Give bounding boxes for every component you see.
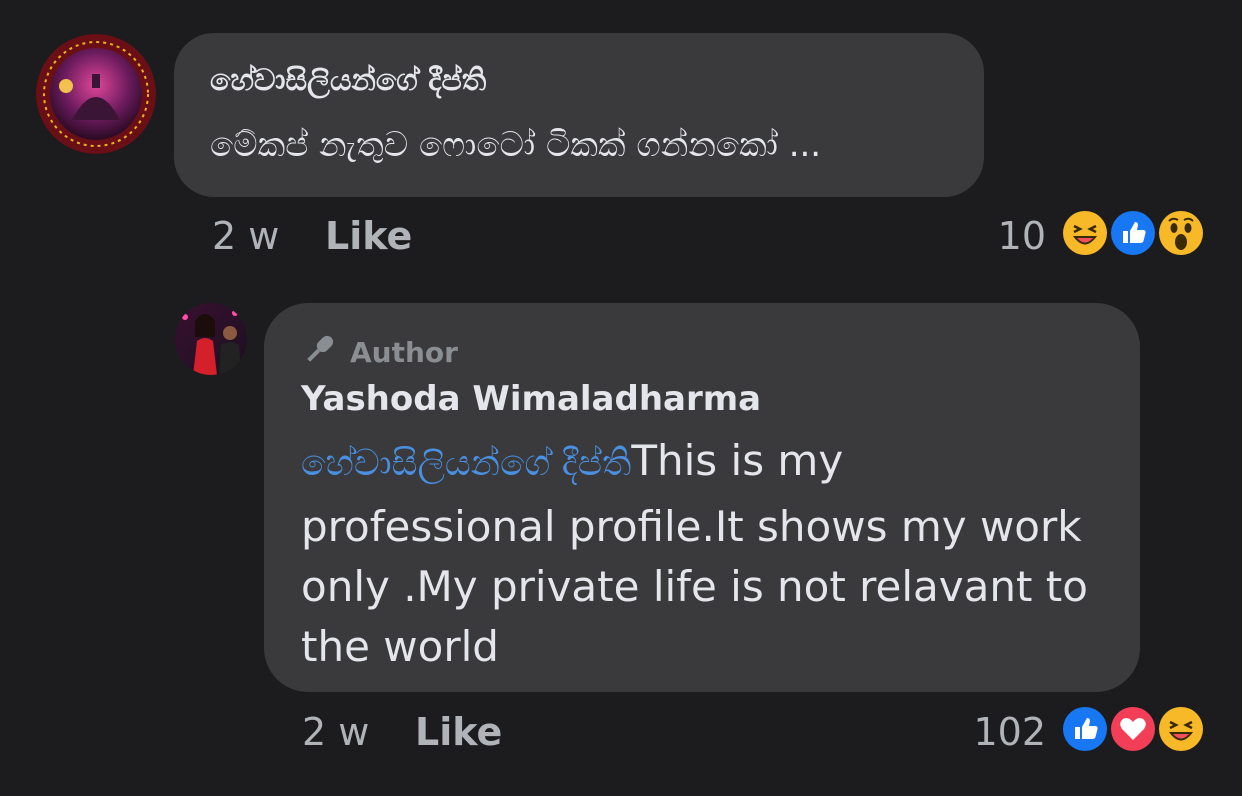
- like-reaction-icon: [1060, 704, 1110, 754]
- reply-text-line-4: the world: [301, 622, 499, 671]
- reply-author-name[interactable]: Yashoda Wimaladharma: [301, 379, 761, 419]
- comment-bubble: හේවාසිලියන්ගේ දීප්ති මේකප් නැතුව ෆොටෝ ටි…: [174, 33, 984, 197]
- reply-bubble: Author Yashoda Wimaladharma හේවාසිලියන්ග…: [264, 303, 1140, 692]
- haha-reaction-icon: [1156, 704, 1206, 754]
- mention-link[interactable]: හේවාසිලියන්ගේ දීප්ති: [301, 443, 631, 484]
- love-reaction-icon: [1108, 704, 1158, 754]
- reply-text-line-1: හේවාසිලියන්ගේ දීප්තිThis is my: [301, 431, 843, 494]
- reaction-count[interactable]: 10: [960, 214, 1046, 258]
- author-badge: Author: [302, 331, 458, 374]
- comment-author-name[interactable]: හේවාසිලියන්ගේ දීප්ති: [210, 63, 486, 98]
- comment-timestamp[interactable]: 2 w: [212, 214, 279, 258]
- like-reaction-icon: [1108, 208, 1158, 258]
- haha-reaction-icon: [1060, 208, 1110, 258]
- commenter-avatar[interactable]: [36, 34, 156, 154]
- microphone-icon: [302, 331, 338, 374]
- comment-text: මේකප් නැතුව ෆොටෝ ටිකක් ගන්නකෝ ...: [210, 125, 822, 165]
- reply-text-line-2: professional profile.It shows my work: [301, 502, 1082, 551]
- author-badge-label: Author: [350, 336, 458, 369]
- reply-text: This is my: [631, 436, 844, 485]
- reply-timestamp[interactable]: 2 w: [302, 710, 369, 754]
- author-avatar[interactable]: [175, 303, 247, 375]
- wow-reaction-icon: [1156, 208, 1206, 258]
- like-button[interactable]: Like: [325, 214, 412, 258]
- reply-like-button[interactable]: Like: [415, 710, 502, 754]
- reply-text-line-3: only .My private life is not relavant to: [301, 562, 1088, 611]
- reply-reaction-count[interactable]: 102: [940, 710, 1046, 754]
